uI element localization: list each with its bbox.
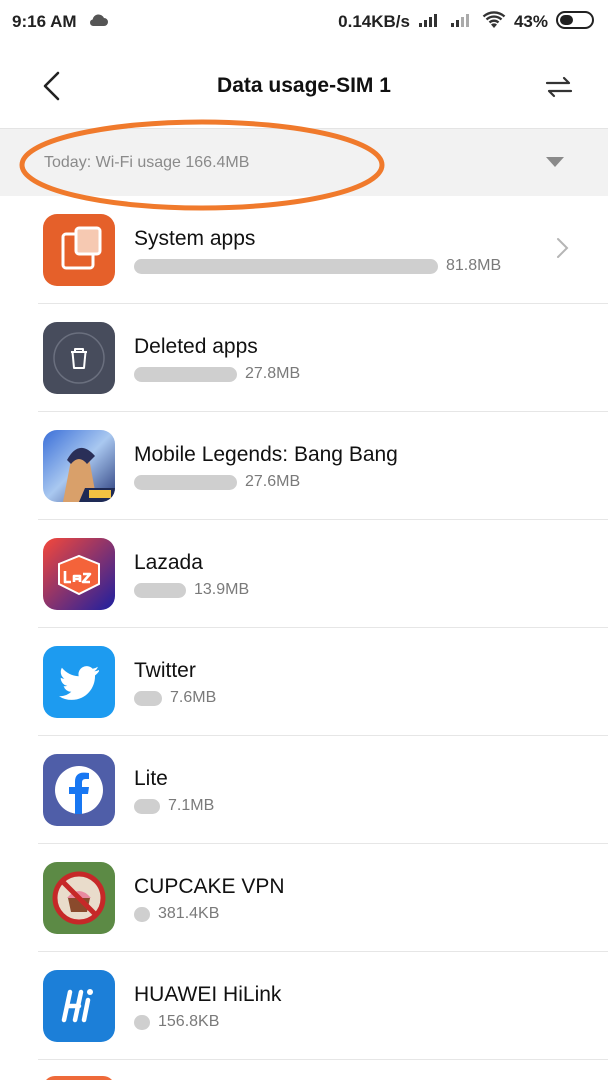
usage-indicator: 27.6MB bbox=[134, 472, 300, 492]
usage-indicator: 381.4KB bbox=[134, 904, 219, 924]
system-apps-icon bbox=[43, 214, 115, 286]
chevron-right-icon bbox=[557, 238, 569, 258]
app-name: Deleted apps bbox=[134, 335, 258, 358]
app-name: CUPCAKE VPN bbox=[134, 875, 285, 898]
status-bar: 9:16 AM 0.14KB/s 43% bbox=[0, 0, 608, 44]
app-usage-list: System apps 81.8MB Deleted apps 27.8MB M… bbox=[0, 196, 608, 1060]
usage-bar bbox=[134, 1014, 150, 1030]
usage-bar bbox=[134, 582, 186, 598]
usage-bar bbox=[134, 366, 237, 382]
swap-arrows-icon bbox=[545, 76, 573, 98]
page-title: Data usage-SIM 1 bbox=[217, 74, 391, 97]
list-item[interactable]: Mobile Legends: Bang Bang 27.6MB bbox=[0, 412, 608, 520]
usage-indicator: 156.8KB bbox=[134, 1012, 219, 1032]
trash-icon bbox=[43, 322, 115, 394]
lazada-icon bbox=[43, 538, 115, 610]
app-name: Lazada bbox=[134, 551, 203, 574]
divider bbox=[38, 1059, 608, 1060]
signal-icon-sim1 bbox=[418, 12, 442, 33]
usage-bar bbox=[134, 690, 162, 706]
facebook-lite-icon bbox=[43, 754, 115, 826]
usage-indicator: 81.8MB bbox=[134, 256, 501, 276]
usage-bar bbox=[134, 474, 237, 490]
partial-app-icon bbox=[43, 1076, 115, 1080]
usage-indicator: 27.8MB bbox=[134, 364, 300, 384]
network-speed: 0.14KB/s bbox=[338, 12, 410, 31]
list-item[interactable]: HUAWEI HiLink 156.8KB bbox=[0, 952, 608, 1060]
back-arrow-icon bbox=[43, 71, 60, 101]
battery-percent: 43% bbox=[513, 12, 548, 31]
usage-bar bbox=[134, 258, 438, 274]
status-time: 9:16 AM bbox=[12, 12, 77, 31]
app-name: Lite bbox=[134, 767, 168, 790]
list-item[interactable]: Lite 7.1MB bbox=[0, 736, 608, 844]
app-header: Data usage-SIM 1 bbox=[0, 44, 608, 128]
usage-value: 7.1MB bbox=[168, 797, 215, 814]
app-name: Twitter bbox=[134, 659, 196, 682]
twitter-bird-icon bbox=[43, 646, 115, 718]
app-name: HUAWEI HiLink bbox=[134, 983, 282, 1006]
usage-indicator: 7.1MB bbox=[134, 796, 214, 816]
usage-value: 13.9MB bbox=[194, 581, 250, 598]
usage-bar bbox=[134, 798, 160, 814]
usage-value: 156.8KB bbox=[158, 1013, 220, 1030]
signal-icon-sim2 bbox=[450, 12, 474, 33]
usage-filter-dropdown[interactable]: Today: Wi-Fi usage 166.4MB bbox=[0, 128, 608, 196]
list-item[interactable]: Deleted apps 27.8MB bbox=[0, 304, 608, 412]
usage-value: 27.8MB bbox=[245, 365, 301, 382]
usage-indicator: 7.6MB bbox=[134, 688, 216, 708]
usage-value: 381.4KB bbox=[158, 905, 220, 922]
sort-settings-button[interactable] bbox=[542, 70, 576, 104]
mobile-legends-icon bbox=[43, 430, 115, 502]
cloud-icon bbox=[87, 12, 109, 33]
dropdown-caret-icon bbox=[546, 157, 564, 167]
battery-icon bbox=[556, 10, 596, 35]
back-button[interactable] bbox=[34, 68, 70, 104]
cupcake-vpn-icon bbox=[43, 862, 115, 934]
app-name: System apps bbox=[134, 227, 256, 250]
app-name: Mobile Legends: Bang Bang bbox=[134, 443, 398, 466]
list-item[interactable]: Twitter 7.6MB bbox=[0, 628, 608, 736]
filter-label: Today: Wi-Fi usage 166.4MB bbox=[44, 153, 250, 171]
usage-value: 81.8MB bbox=[446, 257, 502, 274]
list-item[interactable]: System apps 81.8MB bbox=[0, 196, 608, 304]
list-item[interactable]: Lazada 13.9MB bbox=[0, 520, 608, 628]
wifi-icon bbox=[482, 10, 506, 34]
usage-bar bbox=[134, 906, 150, 922]
list-item[interactable]: CUPCAKE VPN 381.4KB bbox=[0, 844, 608, 952]
huawei-hilink-icon bbox=[43, 970, 115, 1042]
usage-value: 7.6MB bbox=[170, 689, 217, 706]
usage-value: 27.6MB bbox=[245, 473, 301, 490]
usage-indicator: 13.9MB bbox=[134, 580, 249, 600]
